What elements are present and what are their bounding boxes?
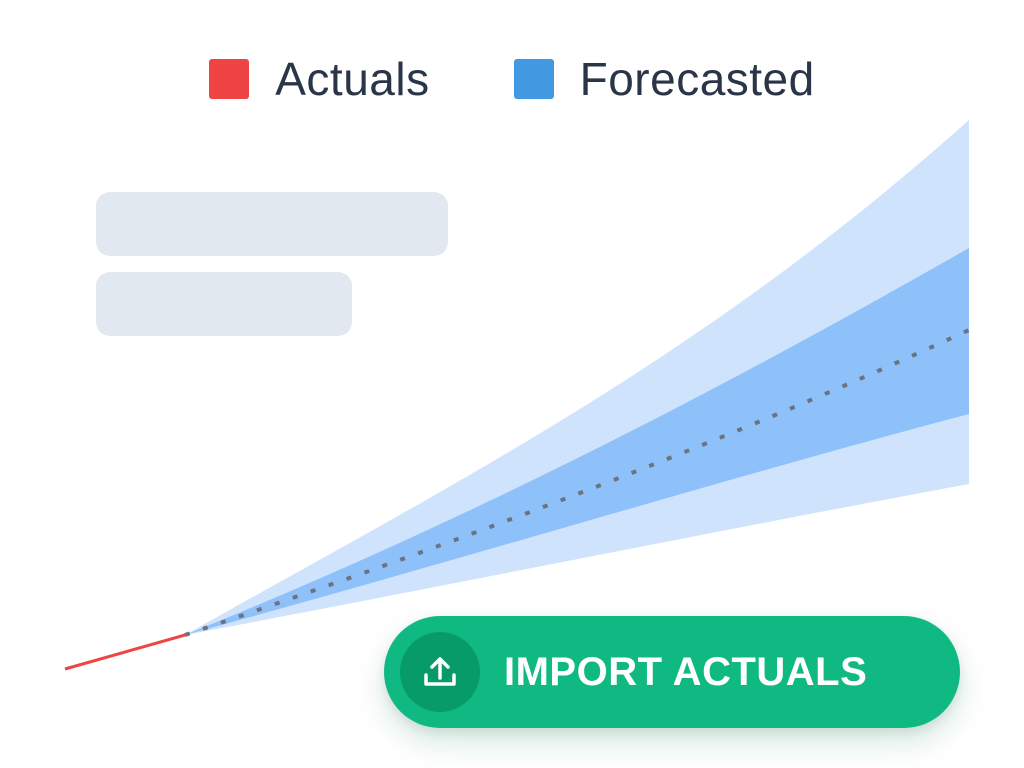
upload-icon (424, 657, 456, 686)
import-actuals-button[interactable]: IMPORT ACTUALS (384, 616, 960, 728)
import-actuals-label: IMPORT ACTUALS (504, 649, 868, 694)
actuals-line (64, 633, 186, 671)
upload-icon-circle (400, 632, 480, 712)
forecast-illustration: Actuals Forecasted IMPORT ACTUALS (0, 0, 1024, 768)
